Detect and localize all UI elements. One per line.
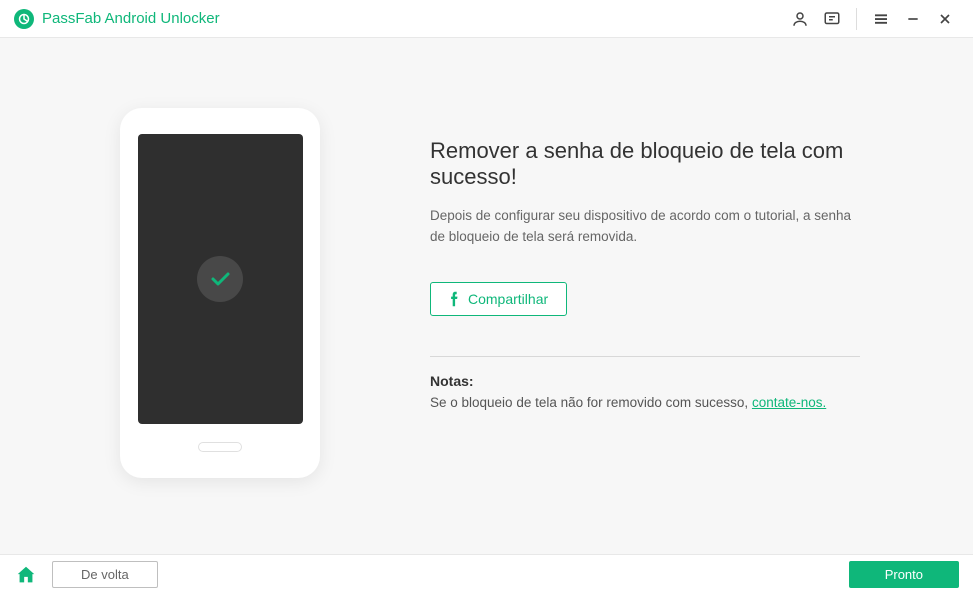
- minimize-icon[interactable]: [899, 5, 927, 33]
- titlebar-controls: [786, 5, 959, 33]
- phone-illustration: [120, 108, 320, 478]
- notes-text: Se o bloqueio de tela não for removido c…: [430, 395, 860, 410]
- description-text: Depois de configurar seu dispositivo de …: [430, 206, 860, 248]
- info-panel: Remover a senha de bloqueio de tela com …: [320, 108, 860, 410]
- brand-text: PassFab Android Unlocker: [42, 10, 220, 27]
- phone-home-button: [198, 442, 242, 452]
- notes-body: Se o bloqueio de tela não for removido c…: [430, 395, 752, 410]
- feedback-icon[interactable]: [818, 5, 846, 33]
- close-icon[interactable]: [931, 5, 959, 33]
- facebook-icon: [449, 291, 458, 307]
- contact-link[interactable]: contate-nos.: [752, 395, 826, 410]
- success-check-icon: [197, 256, 243, 302]
- done-button[interactable]: Pronto: [849, 561, 959, 588]
- home-icon[interactable]: [14, 563, 38, 587]
- notes-label: Notas:: [430, 373, 860, 389]
- menu-icon[interactable]: [867, 5, 895, 33]
- account-icon[interactable]: [786, 5, 814, 33]
- main-content: Remover a senha de bloqueio de tela com …: [0, 38, 973, 554]
- brand-logo-icon: [14, 9, 34, 29]
- brand: PassFab Android Unlocker: [14, 9, 220, 29]
- separator: [856, 8, 857, 30]
- back-button[interactable]: De volta: [52, 561, 158, 588]
- share-button-label: Compartilhar: [468, 291, 548, 307]
- divider: [430, 356, 860, 357]
- share-button[interactable]: Compartilhar: [430, 282, 567, 316]
- phone-screen: [138, 134, 303, 424]
- footer: De volta Pronto: [0, 554, 973, 594]
- titlebar: PassFab Android Unlocker: [0, 0, 973, 38]
- page-title: Remover a senha de bloqueio de tela com …: [430, 138, 860, 190]
